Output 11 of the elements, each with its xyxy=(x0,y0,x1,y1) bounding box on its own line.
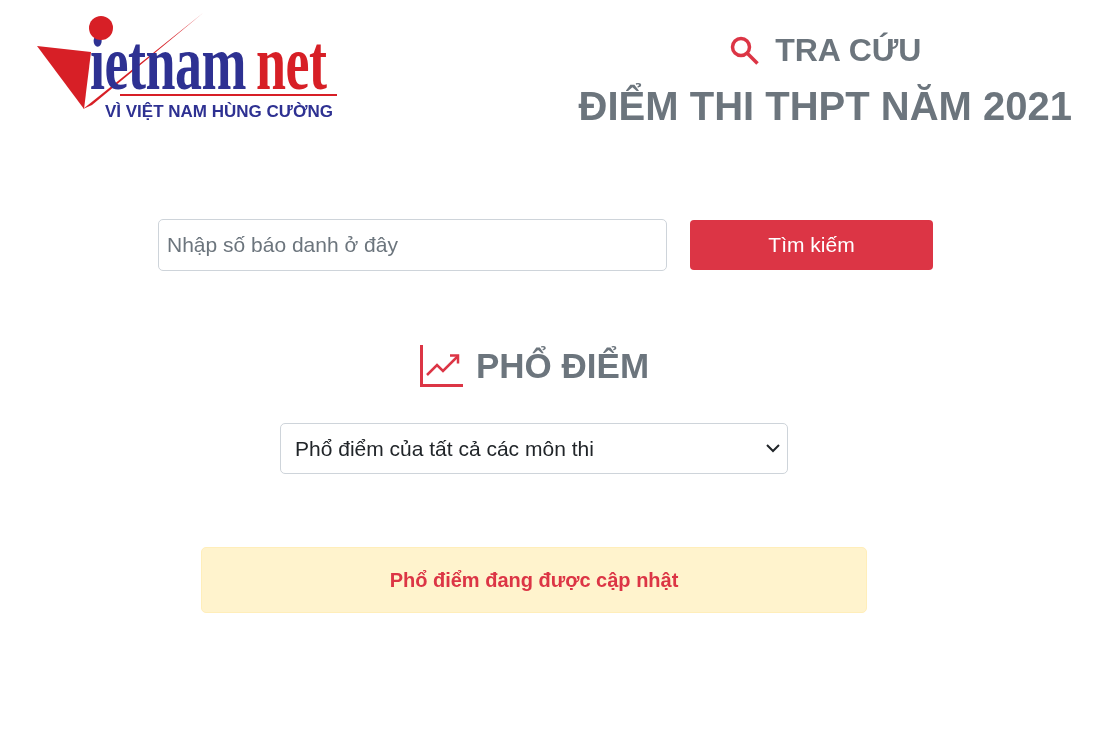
section-label: TRA CỨU xyxy=(775,31,922,70)
logo-tagline: VÌ VIỆT NAM HÙNG CƯỜNG xyxy=(105,103,333,121)
search-button[interactable]: Tìm kiếm xyxy=(690,220,933,270)
subject-dropdown[interactable]: Phổ điểm của tất cả các môn thi xyxy=(280,423,788,474)
search-icon xyxy=(729,35,760,65)
chevron-down-icon xyxy=(766,444,780,453)
search-field[interactable]: Nhập số báo danh ở đây xyxy=(158,219,667,271)
notice-text: Phổ điểm đang được cập nhật xyxy=(389,568,679,592)
section-heading: PHỔ ĐIỂM xyxy=(476,345,650,387)
trend-chart-icon xyxy=(420,345,463,387)
page-title: ĐIỂM THI THPT NĂM 2021 xyxy=(578,83,1072,129)
